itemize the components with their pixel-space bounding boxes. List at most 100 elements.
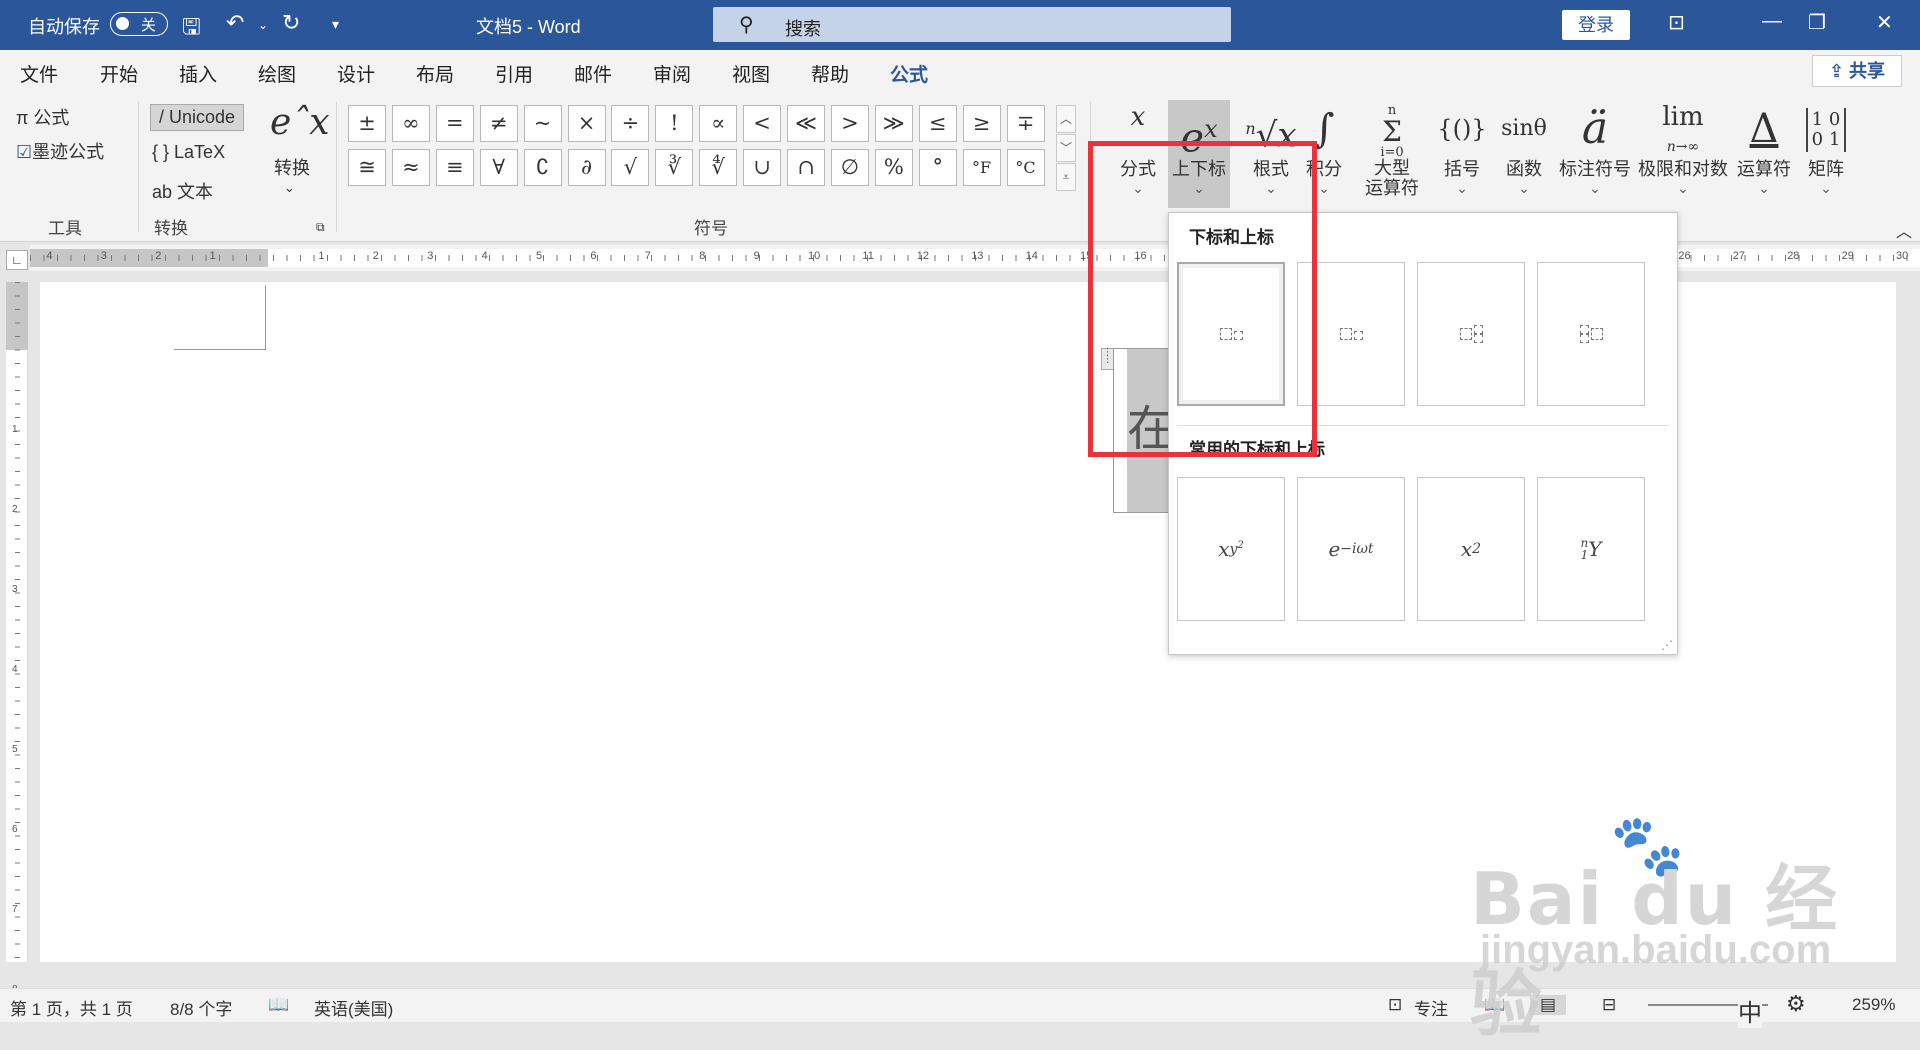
language[interactable]: 英语(美国) <box>314 995 393 1020</box>
matrix-button[interactable]: 1 00 1 矩阵 ⌄ <box>1798 100 1854 197</box>
tab-help[interactable]: 帮助 <box>811 60 849 87</box>
symbol-button[interactable]: < <box>743 105 782 142</box>
symbol-button[interactable]: ∅ <box>830 149 869 186</box>
symbol-button[interactable]: ° <box>918 149 957 186</box>
symbol-button[interactable]: × <box>567 105 606 142</box>
symbol-button[interactable]: > <box>830 105 869 142</box>
equation-button[interactable]: π 公式 <box>16 104 69 130</box>
tab-home[interactable]: 开始 <box>100 60 138 87</box>
symbol-button[interactable]: °C <box>1006 149 1045 186</box>
autosave-toggle[interactable]: 关 <box>110 12 168 36</box>
symbol-button[interactable]: ∩ <box>787 149 825 186</box>
restore-icon[interactable]: ❐ <box>1808 10 1826 35</box>
function-label: 函数 <box>1506 159 1542 179</box>
resize-grip-icon[interactable]: ⋰ <box>1661 638 1673 652</box>
symbol-button[interactable]: ∝ <box>699 105 738 142</box>
vertical-ruler[interactable]: 12345678 <box>6 282 28 995</box>
page-count[interactable]: 第 1 页，共 1 页 <box>10 995 133 1020</box>
symbol-button[interactable]: ÷ <box>611 105 650 142</box>
text-button[interactable]: ab 文本 <box>152 178 213 204</box>
symbol-button[interactable]: ≠ <box>479 105 518 142</box>
symbol-button[interactable]: = <box>435 105 474 142</box>
close-icon[interactable]: ✕ <box>1876 10 1893 35</box>
common-script-x2[interactable]: x2 <box>1417 477 1525 621</box>
symbol-button[interactable]: ≡ <box>435 149 474 186</box>
ruler-number: 1 <box>209 250 216 262</box>
symbol-button[interactable]: ∜ <box>699 149 738 186</box>
superscript-template[interactable] <box>1177 262 1285 406</box>
tab-view[interactable]: 视图 <box>732 60 770 87</box>
tab-equation[interactable]: 公式 <box>890 60 929 95</box>
symbol-button[interactable]: ± <box>348 105 386 142</box>
symbol-button[interactable]: √ <box>611 149 650 186</box>
ribbon-display-icon[interactable]: ⊡ <box>1668 10 1685 35</box>
redo-icon[interactable]: ↻ <box>282 10 300 36</box>
function-button[interactable]: sinθ 函数 ⌄ <box>1496 100 1552 197</box>
symbol-button[interactable]: % <box>874 149 913 186</box>
common-script-xy2[interactable]: x y2 <box>1177 477 1285 621</box>
symbol-button[interactable]: ≤ <box>918 105 957 142</box>
symbol-button[interactable]: ∓ <box>1006 105 1045 142</box>
tab-design[interactable]: 设计 <box>337 60 375 87</box>
undo-dropdown-icon[interactable]: ⌄ <box>258 18 268 32</box>
customize-toolbar-icon[interactable]: ▾ <box>332 16 339 33</box>
latex-button[interactable]: { } LaTeX <box>152 142 225 163</box>
large-operator-button[interactable]: n Σi=0 大型 运算符 <box>1352 100 1432 199</box>
undo-icon[interactable]: ↶ <box>226 10 244 36</box>
tab-draw[interactable]: 绘图 <box>258 60 296 87</box>
symbol-button[interactable]: ∂ <box>567 149 606 186</box>
tab-review[interactable]: 审阅 <box>653 60 691 87</box>
symbol-button[interactable]: ≅ <box>348 149 386 186</box>
convert-dropdown-icon[interactable]: ⌄ <box>284 180 295 196</box>
symbols-scroll-down[interactable]: ﹀ <box>1056 134 1076 162</box>
subsup-template[interactable] <box>1417 262 1525 406</box>
left-subsup-template[interactable] <box>1537 262 1645 406</box>
login-button[interactable]: 登录 <box>1562 10 1630 40</box>
dialog-launcher-icon[interactable]: ⧉ <box>316 220 325 235</box>
tab-layout[interactable]: 布局 <box>416 60 454 87</box>
tab-references[interactable]: 引用 <box>495 60 533 87</box>
symbol-button[interactable]: ≈ <box>391 149 430 186</box>
symbol-button[interactable]: ∛ <box>655 149 694 186</box>
symbols-more-button[interactable]: ⩡ <box>1056 163 1076 191</box>
symbol-button[interactable]: ! <box>655 105 694 142</box>
tab-stop-selector[interactable]: ∟ <box>6 250 28 270</box>
symbol-button[interactable]: ∪ <box>743 149 782 186</box>
equation-placeholder[interactable]: 在 <box>1113 348 1175 513</box>
symbol-button[interactable]: ∞ <box>391 105 430 142</box>
common-script-n1Y[interactable]: n1Y <box>1537 477 1645 621</box>
common-script-e-iwt[interactable]: e −iωt <box>1297 477 1405 621</box>
share-button[interactable]: ⇪ 共享 <box>1812 55 1902 87</box>
symbol-button[interactable]: ≥ <box>962 105 1001 142</box>
symbols-scroll-up[interactable]: ︿ <box>1056 105 1076 133</box>
ink-equation-button[interactable]: ☑墨迹公式 <box>16 138 104 164</box>
proofing-icon[interactable]: 📖 <box>268 995 289 1015</box>
convert-button[interactable]: 转换 <box>274 154 310 180</box>
collapse-ribbon-icon[interactable]: ︿ <box>1896 218 1912 242</box>
search-box[interactable]: ⚲ 搜索 <box>713 7 1231 42</box>
symbol-button[interactable]: ∁ <box>523 149 562 186</box>
focus-label[interactable]: 专注 <box>1414 995 1448 1020</box>
tab-mailings[interactable]: 邮件 <box>574 60 612 87</box>
tab-file[interactable]: 文件 <box>20 60 58 87</box>
word-count[interactable]: 8/8 个字 <box>170 995 232 1020</box>
unicode-button[interactable]: / Unicode <box>150 104 245 131</box>
integral-button[interactable]: ∫ 积分 ⌄ <box>1300 100 1348 197</box>
tab-insert[interactable]: 插入 <box>179 60 217 87</box>
script-button[interactable]: ex 上下标 ⌄ <box>1168 100 1230 208</box>
fraction-button[interactable]: x ― 分式 ⌄ <box>1112 100 1164 197</box>
symbol-button[interactable]: ≫ <box>874 105 913 142</box>
limit-log-button[interactable]: lim n→∞ 极限和对数 ⌄ <box>1636 100 1730 197</box>
symbol-button[interactable]: °F <box>962 149 1001 186</box>
operator-button[interactable]: Δ 运算符 ⌄ <box>1732 100 1796 197</box>
save-icon[interactable]: 🖫 <box>182 10 201 48</box>
focus-icon[interactable]: ⊡ <box>1388 995 1402 1015</box>
subscript-template[interactable] <box>1297 262 1405 406</box>
accent-button[interactable]: ä 标注符号 ⌄ <box>1554 100 1636 197</box>
symbol-button[interactable]: ≪ <box>787 105 825 142</box>
symbol-button[interactable]: ∀ <box>479 149 518 186</box>
bracket-button[interactable]: {()} 括号 ⌄ <box>1436 100 1488 197</box>
radical-button[interactable]: n√x 根式 ⌄ <box>1236 100 1306 197</box>
symbol-button[interactable]: ~ <box>523 105 562 142</box>
minimize-icon[interactable]: — <box>1762 10 1782 33</box>
